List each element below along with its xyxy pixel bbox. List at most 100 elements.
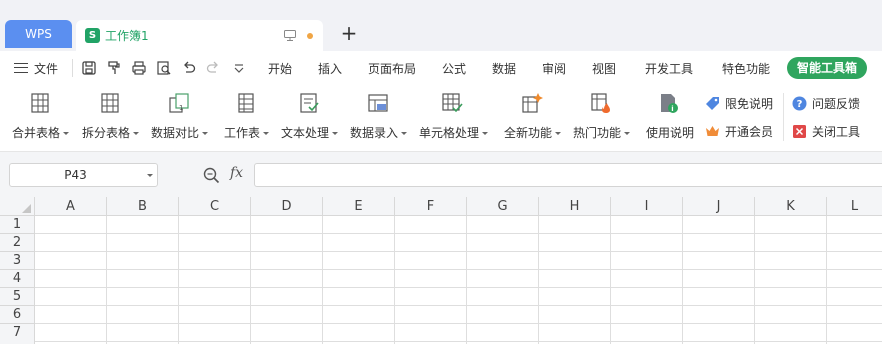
column-header-a[interactable]: A — [35, 197, 107, 216]
chevron-down-icon — [263, 132, 270, 135]
row-header-1[interactable]: 1 — [0, 216, 35, 234]
merge-table-icon — [31, 93, 49, 113]
column-header-b[interactable]: B — [107, 197, 179, 216]
new-feature-button[interactable]: 全新功能 — [504, 90, 566, 146]
tab-workbook[interactable]: S 工作簿1 — [76, 20, 323, 51]
divider — [783, 93, 784, 141]
file-menu[interactable]: 文件 — [14, 59, 58, 77]
chevron-down-icon — [482, 132, 489, 135]
print-icon[interactable] — [131, 60, 147, 76]
free-limit-button[interactable]: 限免说明 — [705, 94, 773, 112]
chevron-down-icon — [555, 132, 562, 135]
vip-button[interactable]: 开通会员 — [705, 122, 773, 140]
close-tool-button[interactable]: 关闭工具 — [792, 122, 860, 140]
help-doc-label: 使用说明 — [646, 126, 695, 140]
free-limit-label: 限免说明 — [725, 96, 774, 111]
print-preview-icon[interactable] — [156, 60, 172, 76]
column-header-k[interactable]: K — [755, 197, 827, 216]
row-header-2[interactable]: 2 — [0, 234, 35, 252]
row-header-4[interactable]: 4 — [0, 270, 35, 288]
ribbon-toolbar: 合并表格 拆分表格 1 数据对比 工作表 文本处理 数据录入 单元格处理 全新功… — [0, 85, 882, 151]
row-header-5[interactable]: 5 — [0, 288, 35, 306]
split-table-icon — [101, 93, 119, 113]
cell-process-button[interactable]: 单元格处理 — [419, 90, 491, 146]
cell-area[interactable] — [35, 216, 882, 344]
column-header-j[interactable]: J — [683, 197, 755, 216]
question-icon: ? — [792, 96, 807, 110]
menu-insert[interactable]: 插入 — [318, 60, 342, 77]
worksheet-label: 工作表 — [224, 126, 261, 140]
column-header-l[interactable]: L — [827, 197, 882, 216]
select-all-corner[interactable] — [0, 197, 35, 216]
svg-text:?: ? — [797, 99, 803, 110]
feedback-button[interactable]: ? 问题反馈 — [792, 94, 860, 112]
undo-icon[interactable] — [181, 60, 197, 76]
data-compare-label: 数据对比 — [151, 126, 200, 140]
new-tab-button[interactable]: + — [339, 23, 359, 43]
close-tool-label: 关闭工具 — [812, 124, 861, 139]
formula-bar: P43 fx — [0, 151, 882, 197]
worksheet-button[interactable]: 工作表 — [224, 90, 274, 146]
svg-text:i: i — [671, 105, 673, 113]
name-box[interactable]: P43 — [9, 163, 158, 187]
cell-process-icon — [442, 93, 463, 113]
menu-page-layout[interactable]: 页面布局 — [368, 60, 416, 77]
chevron-down-icon — [332, 132, 339, 135]
chevron-down-icon — [624, 132, 631, 135]
close-icon — [793, 124, 806, 138]
column-header-e[interactable]: E — [323, 197, 395, 216]
new-feature-icon — [522, 93, 543, 113]
redo-icon[interactable] — [205, 60, 221, 76]
zoom-icon[interactable] — [203, 167, 220, 184]
text-process-button[interactable]: 文本处理 — [281, 90, 343, 146]
help-doc-button[interactable]: i 使用说明 — [646, 90, 696, 146]
chevron-down-icon[interactable] — [147, 174, 153, 177]
help-doc-icon: i — [661, 94, 678, 113]
monitor-icon[interactable] — [284, 30, 296, 41]
column-header-c[interactable]: C — [179, 197, 251, 216]
row-header-7[interactable]: 7 — [0, 324, 35, 344]
tab-wps-home[interactable]: WPS — [5, 20, 72, 48]
menu-bar: 文件 开始 插入 页面布局 公式 数据 审阅 视图 开发工具 特色功能 智能工具… — [0, 51, 882, 85]
customize-dropdown-icon[interactable] — [231, 60, 247, 76]
spreadsheet-icon: S — [85, 28, 100, 43]
menu-review[interactable]: 审阅 — [542, 60, 566, 77]
smart-toolbox-button[interactable]: 智能工具箱 — [787, 57, 867, 79]
hot-feature-button[interactable]: 热门功能 — [573, 90, 635, 146]
split-table-label: 拆分表格 — [82, 126, 131, 140]
vip-label: 开通会员 — [725, 124, 774, 139]
menu-home[interactable]: 开始 — [268, 60, 292, 77]
row-header-3[interactable]: 3 — [0, 252, 35, 270]
save-icon[interactable] — [81, 60, 97, 76]
function-icon[interactable]: fx — [230, 165, 243, 181]
menu-formulas[interactable]: 公式 — [442, 60, 466, 77]
menu-special-features[interactable]: 特色功能 — [722, 60, 770, 77]
formula-input[interactable] — [254, 163, 882, 187]
row-header-6[interactable]: 6 — [0, 306, 35, 324]
hot-feature-icon — [591, 93, 610, 113]
merge-table-button[interactable]: 合并表格 — [12, 90, 74, 146]
menu-view[interactable]: 视图 — [592, 60, 616, 77]
column-header-d[interactable]: D — [251, 197, 323, 216]
chevron-down-icon — [63, 132, 70, 135]
document-name: 工作簿1 — [105, 29, 149, 43]
column-header-f[interactable]: F — [395, 197, 467, 216]
split-table-button[interactable]: 拆分表格 — [82, 90, 144, 146]
name-box-value: P43 — [64, 168, 87, 182]
chevron-down-icon — [133, 132, 140, 135]
cell-process-label: 单元格处理 — [419, 126, 480, 140]
menu-developer[interactable]: 开发工具 — [645, 60, 693, 77]
data-compare-button[interactable]: 1 数据对比 — [151, 90, 213, 146]
hot-feature-label: 热门功能 — [573, 126, 622, 140]
unsaved-dot-icon — [307, 33, 313, 39]
divider — [72, 59, 73, 77]
data-entry-button[interactable]: 数据录入 — [350, 90, 412, 146]
format-painter-icon[interactable] — [106, 60, 122, 76]
select-all-icon — [22, 204, 31, 213]
column-header-i[interactable]: I — [611, 197, 683, 216]
spreadsheet-grid[interactable]: A B C D E F G H I J K L 1 2 3 4 5 6 7 — [0, 197, 882, 344]
menu-data[interactable]: 数据 — [492, 60, 516, 77]
data-compare-icon: 1 — [169, 93, 189, 113]
column-header-g[interactable]: G — [467, 197, 539, 216]
column-header-h[interactable]: H — [539, 197, 611, 216]
